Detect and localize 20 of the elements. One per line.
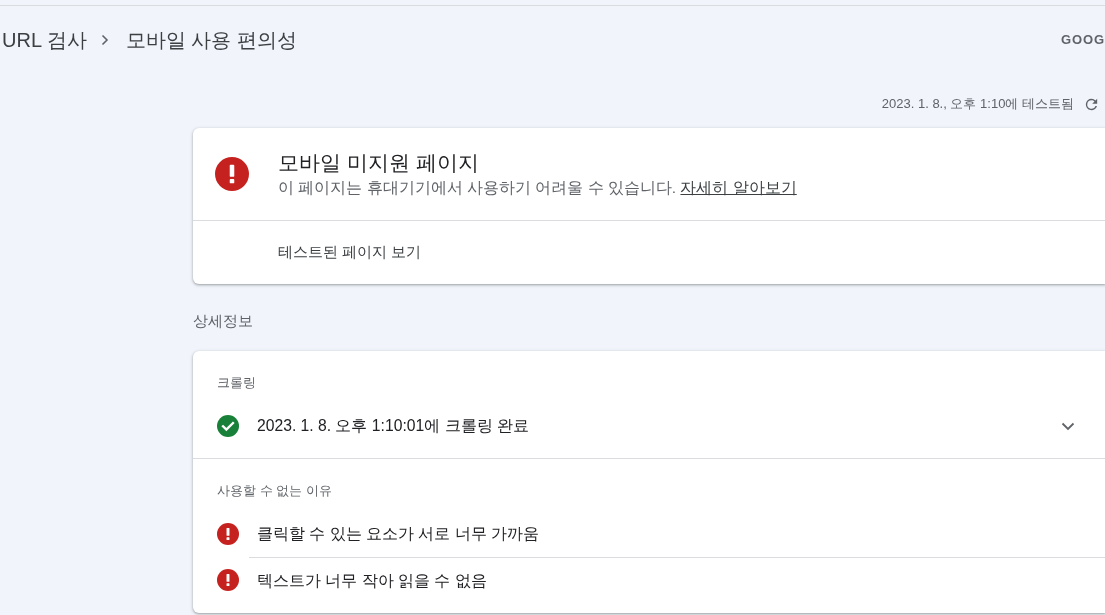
chevron-right-icon — [99, 34, 110, 46]
section-label: 크롤링 — [217, 374, 257, 392]
error-icon — [217, 569, 239, 591]
section-heading: 상세정보 — [193, 311, 254, 331]
section-label: 사용할 수 없는 이유 — [217, 482, 333, 500]
breadcrumb-item[interactable]: URL 검사 — [2, 26, 87, 54]
error-icon — [215, 157, 249, 191]
verdict-description: 이 페이지는 휴대기기에서 사용하기 어려울 수 있습니다. 자세히 알아보기 — [278, 178, 797, 198]
view-tested-page-button[interactable]: 테스트된 페이지 보기 — [278, 237, 422, 268]
verdict-title: 모바일 미지원 페이지 — [278, 150, 480, 176]
status-text: 텍스트가 너무 작아 읽을 수 없음 — [257, 570, 487, 591]
status-text: 2023. 1. 8. 오후 1:10:01에 크롤링 완료 — [257, 416, 529, 437]
error-icon — [217, 523, 239, 545]
test-time-text: 2023. 1. 8., 오후 1:10에 테스트됨 — [881, 95, 1074, 114]
learn-more-link[interactable]: 자세히 알아보기 — [680, 179, 797, 196]
breadcrumb-item: 모바일 사용 편의성 — [125, 28, 297, 53]
chevron-down-icon[interactable] — [1061, 421, 1075, 431]
check-circle-icon — [217, 415, 239, 437]
status-text: 클릭할 수 있는 요소가 서로 너무 가까움 — [257, 524, 540, 545]
header-text: GOOG — [1060, 31, 1105, 50]
